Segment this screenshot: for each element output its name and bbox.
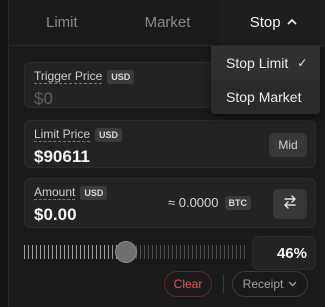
tab-stop[interactable]: Stop xyxy=(220,0,325,45)
chevron-up-icon xyxy=(287,17,297,28)
mid-button[interactable]: Mid xyxy=(269,133,307,157)
stop-limit-label: Stop Limit xyxy=(226,55,289,71)
dropdown-item-stop-limit[interactable]: Stop Limit ✓ xyxy=(211,46,320,80)
slider-thumb[interactable] xyxy=(115,241,138,263)
tab-market[interactable]: Market xyxy=(115,0,221,45)
tab-limit[interactable]: Limit xyxy=(9,0,115,45)
tab-limit-label: Limit xyxy=(46,14,78,31)
converted-value: ≈ 0.0000 xyxy=(167,195,219,210)
amount-percent-slider[interactable] xyxy=(24,241,246,263)
clear-button[interactable]: Clear xyxy=(164,271,212,297)
btc-badge: BTC xyxy=(224,195,251,210)
stop-market-label: Stop Market xyxy=(226,89,302,105)
order-panel: Limit Market Stop Trigger Price USD $0 L… xyxy=(8,0,325,307)
trigger-price-label: Trigger Price xyxy=(34,69,103,84)
limit-price-input[interactable]: $90611 xyxy=(34,147,90,167)
tab-stop-label: Stop xyxy=(249,14,281,31)
amount-field[interactable]: Amount USD $0.00 ≈ 0.0000 BTC xyxy=(24,178,316,228)
slider-fill xyxy=(24,245,127,259)
trigger-price-input[interactable]: $0 xyxy=(34,89,53,109)
amount-label: Amount xyxy=(34,185,76,200)
order-type-tabs: Limit Market Stop xyxy=(9,0,325,46)
receipt-button[interactable]: Receipt xyxy=(232,271,308,297)
amount-currency-badge: USD xyxy=(80,185,108,200)
swap-arrows-icon xyxy=(282,194,298,215)
limit-price-field[interactable]: Limit Price USD $90611 Mid xyxy=(24,120,316,168)
amount-label-group: Amount USD xyxy=(34,185,108,200)
swap-currency-button[interactable] xyxy=(273,189,307,219)
tab-market-label: Market xyxy=(144,14,191,31)
limit-price-label: Limit Price xyxy=(34,127,91,142)
percent-input[interactable]: 46% xyxy=(252,236,316,270)
trigger-currency-badge: USD xyxy=(107,69,135,84)
chevron-down-icon xyxy=(288,279,297,289)
divider xyxy=(223,275,224,293)
stop-type-dropdown: Stop Limit ✓ Stop Market xyxy=(211,46,320,114)
dropdown-item-stop-market[interactable]: Stop Market xyxy=(211,80,320,114)
limit-currency-badge: USD xyxy=(95,127,123,142)
converted-amount: ≈ 0.0000 BTC xyxy=(168,195,251,210)
trigger-price-label-group: Trigger Price USD xyxy=(34,69,135,84)
check-icon: ✓ xyxy=(297,56,308,70)
limit-price-label-group: Limit Price USD xyxy=(34,127,123,142)
amount-input[interactable]: $0.00 xyxy=(34,205,77,225)
receipt-label: Receipt xyxy=(242,277,284,291)
